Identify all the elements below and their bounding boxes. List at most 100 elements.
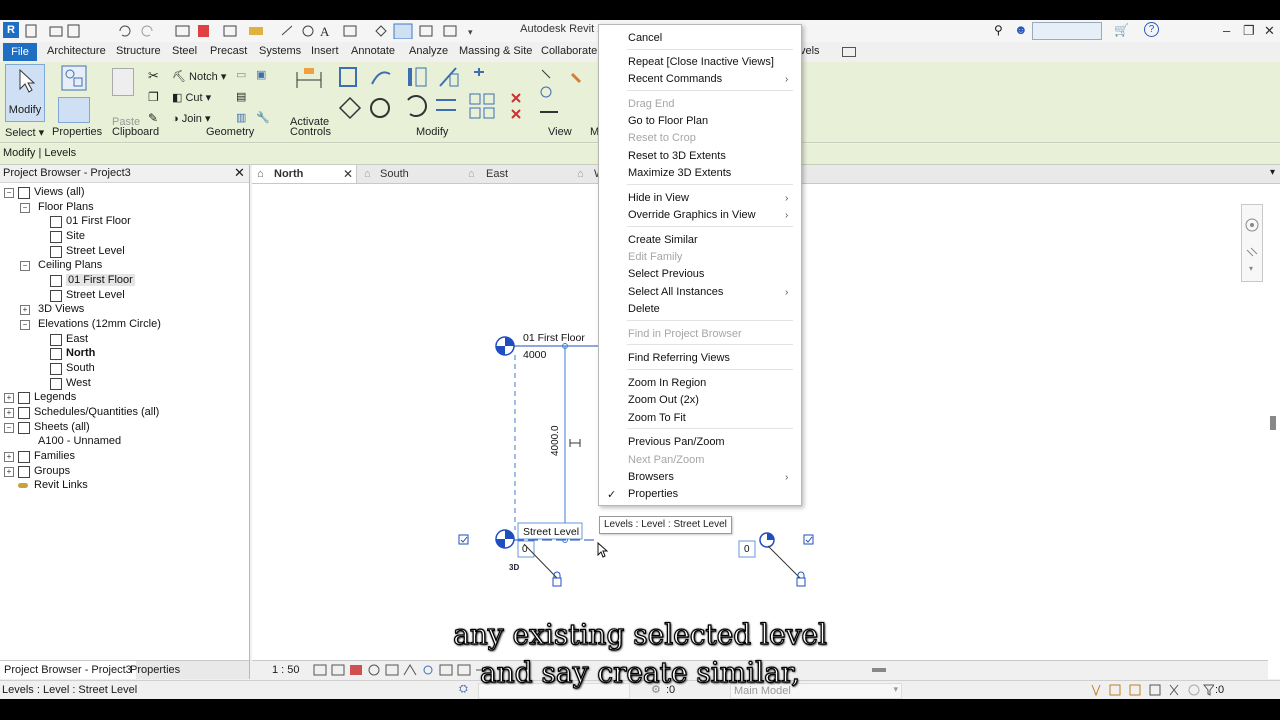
browser-item[interactable]: South	[0, 362, 248, 376]
revit-app-icon[interactable]: R	[3, 22, 19, 38]
view-scale[interactable]: 1 : 50	[272, 664, 300, 676]
search-box[interactable]	[1032, 22, 1102, 40]
workset-dropdown[interactable]	[478, 683, 630, 699]
modify-button[interactable]: Modify	[5, 64, 45, 122]
menu-item-find-referring-views[interactable]: Find Referring Views	[628, 352, 730, 364]
activate-dimensions-icon[interactable]	[294, 66, 324, 92]
worksharing-icon[interactable]: ⛭	[459, 683, 468, 696]
properties-icon[interactable]	[58, 97, 90, 123]
horizontal-scroll-thumb[interactable]	[872, 668, 886, 672]
menu-item-override-graphics-in-view[interactable]: Override Graphics in View	[628, 209, 756, 221]
browser-item[interactable]: Street Level	[0, 289, 248, 303]
menu-item-go-to-floor-plan[interactable]: Go to Floor Plan	[628, 115, 708, 127]
browser-item[interactable]: − Sheets (all)	[0, 421, 248, 435]
menu-item-maximize-3d-extents[interactable]: Maximize 3D Extents	[628, 167, 731, 179]
scrollbar-thumb[interactable]	[1270, 416, 1276, 430]
collapse-icon[interactable]: −	[20, 203, 30, 213]
browser-item[interactable]: +3D Views	[0, 303, 248, 317]
browser-item[interactable]: Revit Links	[0, 479, 248, 493]
tab-analyze[interactable]: Analyze	[409, 45, 448, 57]
tab-structure[interactable]: Structure	[116, 45, 161, 57]
browser-item[interactable]: North	[0, 347, 248, 361]
browser-item[interactable]: + Schedules/Quantities (all)	[0, 406, 248, 420]
expand-icon[interactable]: +	[4, 393, 14, 403]
help-icon[interactable]: ?	[1144, 22, 1159, 37]
quick-access-toolbar[interactable]: A ▾	[24, 23, 484, 39]
browser-item[interactable]: − Ceiling Plans	[0, 259, 248, 273]
user-icon[interactable]: ☻	[1014, 22, 1028, 37]
tab-architecture[interactable]: Architecture	[47, 45, 106, 57]
menu-item-hide-in-view[interactable]: Hide in View	[628, 192, 689, 204]
close-browser-icon[interactable]: ✕	[234, 165, 245, 181]
editable-only-icon[interactable]: ⚙	[651, 683, 661, 696]
browser-item[interactable]: Site	[0, 230, 248, 244]
menu-item-browsers[interactable]: Browsers	[628, 471, 674, 483]
copy-icon[interactable]: ❐	[148, 90, 159, 104]
menu-item-select-all-instances[interactable]: Select All Instances	[628, 286, 723, 298]
browser-item[interactable]: East	[0, 333, 248, 347]
vertical-scrollbar[interactable]	[1268, 184, 1280, 679]
browser-item[interactable]: + Groups	[0, 465, 248, 479]
browser-item[interactable]: + Legends	[0, 391, 248, 405]
menu-item-select-previous[interactable]: Select Previous	[628, 268, 704, 280]
tab-annotate[interactable]: Annotate	[351, 45, 395, 57]
menu-item-zoom-out-2x[interactable]: Zoom Out (2x)	[628, 394, 699, 406]
demolish-icon[interactable]: ▣	[256, 68, 266, 81]
tab-systems[interactable]: Systems	[259, 45, 301, 57]
dimension-lock-icon[interactable]	[569, 439, 581, 447]
browser-item[interactable]: 01 First Floor	[0, 274, 248, 288]
tab-project-browser[interactable]: Project Browser - Project3	[0, 661, 136, 679]
browser-item[interactable]: A100 - Unnamed	[0, 435, 248, 449]
expand-icon[interactable]: +	[4, 467, 14, 477]
menu-item-reset-to-3d-extents[interactable]: Reset to 3D Extents	[628, 150, 726, 162]
tab-modify-levels[interactable]: vels	[800, 45, 820, 57]
menu-item-cancel[interactable]: Cancel	[628, 32, 662, 44]
collapse-icon[interactable]: −	[4, 188, 14, 198]
collapse-icon[interactable]: −	[20, 261, 30, 271]
properties-label[interactable]: Properties	[52, 126, 102, 138]
modify-tools-icons[interactable]	[336, 64, 592, 124]
browser-item[interactable]: − Views (all)	[0, 186, 248, 200]
lock-icon-left[interactable]	[552, 571, 562, 587]
menu-item-previous-pan-zoom[interactable]: Previous Pan/Zoom	[628, 436, 725, 448]
tab-steel[interactable]: Steel	[172, 45, 197, 57]
navigation-bar[interactable]: ▾	[1241, 204, 1263, 282]
view-control-icons[interactable]	[312, 663, 492, 677]
browser-item[interactable]: − Elevations (12mm Circle)	[0, 318, 248, 332]
collapse-icon[interactable]: −	[4, 423, 14, 433]
restore-icon[interactable]: ❐	[1243, 23, 1255, 39]
expand-icon[interactable]: +	[4, 408, 14, 418]
paste-icon[interactable]	[112, 68, 134, 96]
label-3d[interactable]: 3D	[509, 563, 519, 572]
close-tab-icon[interactable]: ✕	[343, 165, 353, 183]
browser-item[interactable]: − Floor Plans	[0, 201, 248, 215]
expand-icon[interactable]: +	[4, 452, 14, 462]
tab-insert[interactable]: Insert	[311, 45, 339, 57]
selection-filter-icons[interactable]	[1088, 683, 1214, 697]
tab-list-icon[interactable]: ▾	[1270, 167, 1275, 178]
browser-item[interactable]: + Families	[0, 450, 248, 464]
lock-icon-right[interactable]	[796, 571, 806, 587]
notch-button[interactable]: ⛏ Notch ▾	[172, 70, 226, 83]
join-button[interactable]: ◑ Join ▾	[172, 112, 210, 125]
tab-properties[interactable]: Properties	[128, 661, 182, 679]
view-tab-south[interactable]: ⌂ South	[358, 165, 458, 183]
wall-joins-icon[interactable]: ▭	[236, 68, 246, 81]
type-properties-icon[interactable]	[58, 64, 92, 94]
browser-item[interactable]: Street Level	[0, 245, 248, 259]
collapse-icon[interactable]: −	[20, 320, 30, 330]
expand-icon[interactable]: +	[20, 305, 30, 315]
browser-item[interactable]: 01 First Floor	[0, 215, 248, 229]
menu-item-zoom-in-region[interactable]: Zoom In Region	[628, 377, 706, 389]
tab-precast[interactable]: Precast	[210, 45, 247, 57]
level-bottom-elevation-right[interactable]: 0	[744, 544, 750, 555]
split-face-icon[interactable]: ▤	[236, 90, 246, 103]
cut-button[interactable]: ◧ Cut ▾	[172, 91, 211, 104]
level-top-name[interactable]: 01 First Floor	[523, 332, 585, 344]
match-properties-icon[interactable]: ✎	[148, 111, 158, 125]
select-dropdown[interactable]: Select ▾	[5, 126, 44, 139]
cut-scissors-icon[interactable]: ✂	[148, 68, 159, 84]
tab-massing-site[interactable]: Massing & Site	[459, 45, 532, 57]
menu-item-repeat-close-inactive-views[interactable]: Repeat [Close Inactive Views]	[628, 56, 774, 68]
dimension-text[interactable]: 4000.0	[550, 425, 561, 456]
